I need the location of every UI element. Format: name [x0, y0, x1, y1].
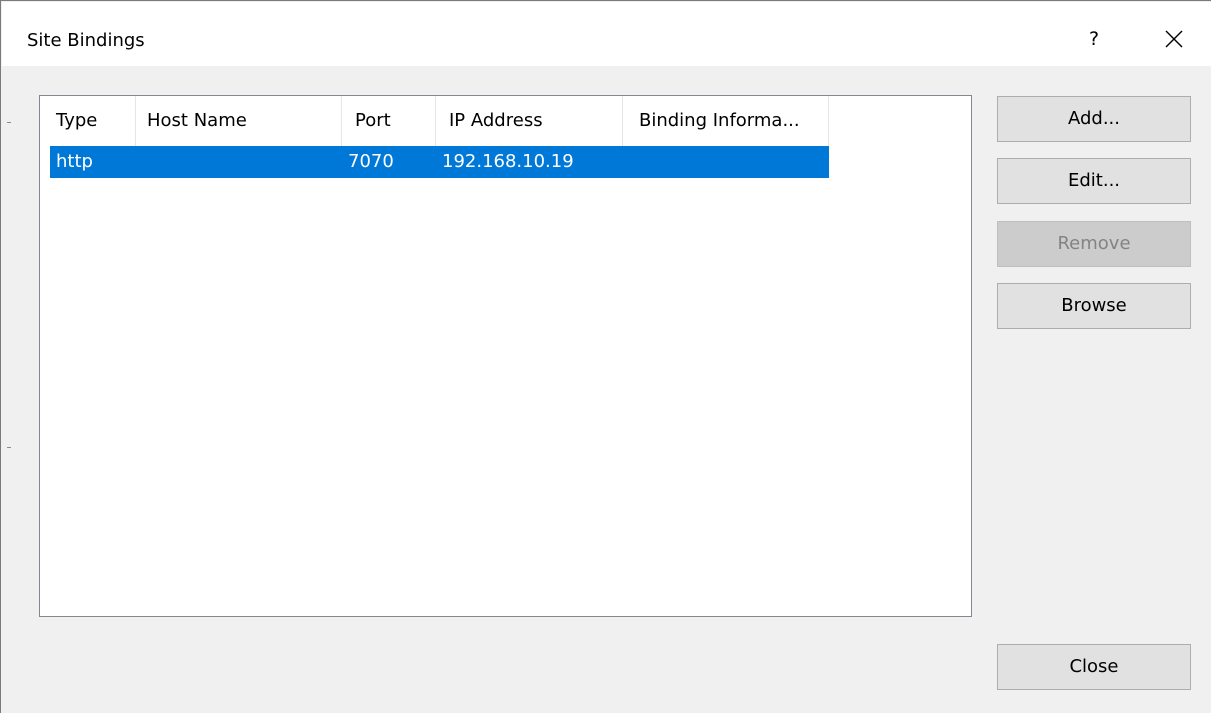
edge-tick — [7, 122, 11, 123]
column-header-host-name[interactable]: Host Name — [136, 96, 342, 146]
cell-type: http — [56, 151, 93, 172]
add-button[interactable]: Add... — [997, 96, 1191, 142]
edge-tick — [7, 447, 11, 448]
remove-button: Remove — [997, 221, 1191, 267]
column-header-ip-address[interactable]: IP Address — [436, 96, 623, 146]
browse-button[interactable]: Browse — [997, 283, 1191, 329]
column-header-port[interactable]: Port — [342, 96, 436, 146]
site-bindings-dialog: Site Bindings ? Type Host Name Port IP A… — [0, 0, 1211, 713]
close-icon — [1165, 30, 1183, 48]
bindings-list[interactable]: Type Host Name Port IP Address Binding I… — [39, 95, 972, 617]
title-bar: Site Bindings ? — [2, 2, 1211, 66]
column-header-type[interactable]: Type — [50, 96, 136, 146]
column-header-binding-information[interactable]: Binding Informa... — [623, 96, 829, 146]
cell-port: 7070 — [348, 151, 394, 172]
help-button[interactable]: ? — [1070, 20, 1118, 58]
binding-row[interactable]: http 7070 192.168.10.19 — [50, 146, 829, 178]
title-close-button[interactable] — [1150, 20, 1198, 58]
dialog-title: Site Bindings — [27, 30, 145, 51]
close-button[interactable]: Close — [997, 644, 1191, 690]
cell-binding-information — [623, 146, 829, 178]
list-header: Type Host Name Port IP Address Binding I… — [50, 96, 829, 146]
cell-ip-address: 192.168.10.19 — [442, 151, 574, 172]
cell-host-name — [136, 146, 342, 178]
edit-button[interactable]: Edit... — [997, 158, 1191, 204]
